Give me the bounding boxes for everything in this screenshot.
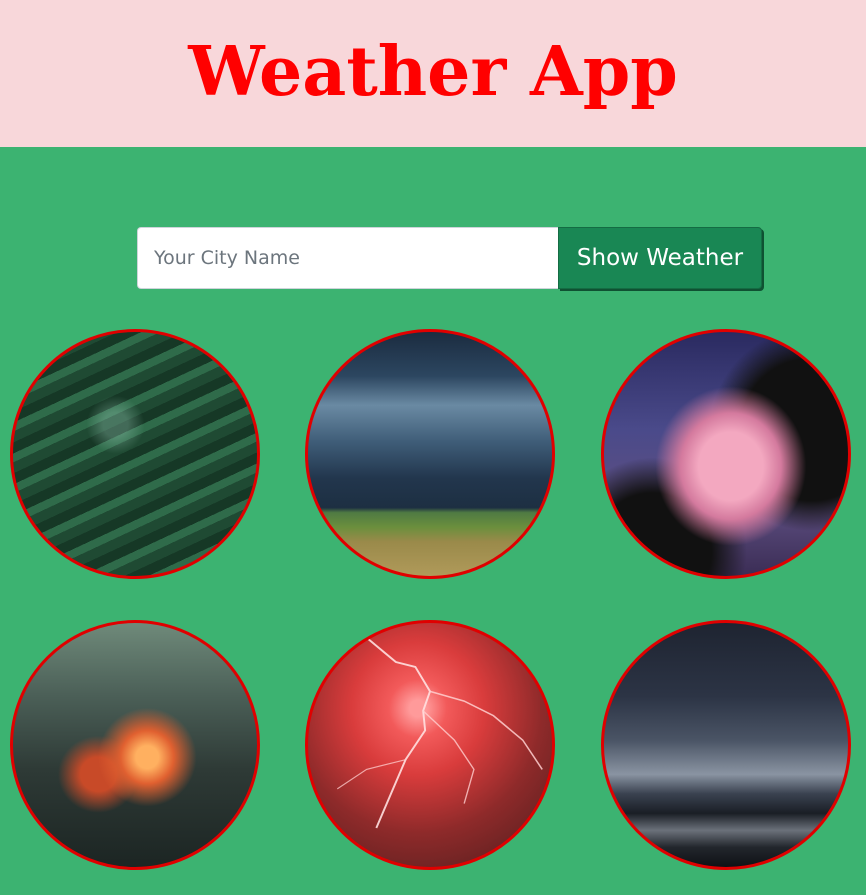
sunset-clouds-image: [10, 620, 260, 870]
leaves-image: [10, 329, 260, 579]
main-content: Show Weather: [0, 147, 866, 895]
pink-cloud-image: [601, 329, 851, 579]
storm-field-image: [305, 329, 555, 579]
city-name-input[interactable]: [137, 227, 558, 289]
header: Weather App: [0, 0, 866, 147]
lightning-image: [305, 620, 555, 870]
show-weather-button[interactable]: Show Weather: [558, 227, 762, 289]
page-title: Weather App: [188, 31, 678, 112]
lightning-bolt-graphic: [336, 636, 543, 829]
search-form: Show Weather: [137, 227, 762, 289]
dark-clouds-lake-image: [601, 620, 851, 870]
